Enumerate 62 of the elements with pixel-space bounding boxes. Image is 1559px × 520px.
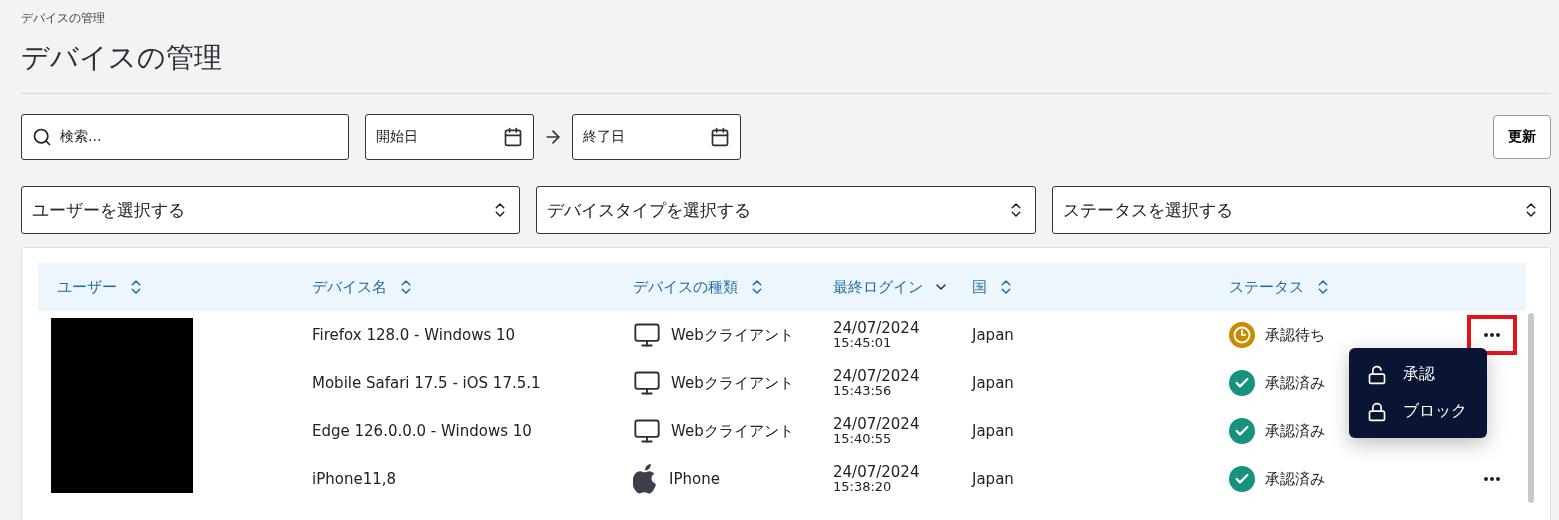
select-placeholder: ステータスを選択する xyxy=(1062,198,1233,222)
refresh-button[interactable]: 更新 xyxy=(1493,115,1551,159)
table-cell: Edge 126.0.0.0 - Windows 10 xyxy=(312,422,532,440)
start-date-placeholder: 開始日 xyxy=(376,128,418,146)
status-label: 承認済み xyxy=(1265,469,1325,489)
pending-icon xyxy=(1229,322,1255,348)
status-label: 承認済み xyxy=(1265,373,1325,393)
more-icon xyxy=(1484,333,1500,337)
end-date-field[interactable]: 終了日 xyxy=(572,114,741,160)
search-icon xyxy=(32,127,52,147)
table-cell: Webクライアント xyxy=(671,373,794,393)
login-date: 24/07/2024 xyxy=(833,369,920,384)
start-date-field[interactable]: 開始日 xyxy=(365,114,534,160)
calendar-icon[interactable] xyxy=(503,127,523,147)
table-cell: Webクライアント xyxy=(671,421,794,441)
menu-item[interactable]: 承認 xyxy=(1403,364,1435,385)
lock-icon xyxy=(1367,401,1387,422)
unlock-icon xyxy=(1367,364,1387,385)
status-label: 承認待ち xyxy=(1265,325,1325,345)
table-cell: Japan xyxy=(972,422,1014,440)
filter-select[interactable]: ユーザーを選択する xyxy=(21,186,521,234)
table-cell: iPhone11,8 xyxy=(312,470,397,488)
status-label: 承認済み xyxy=(1265,421,1325,441)
column-header[interactable]: 国 xyxy=(972,277,987,297)
monitor-icon xyxy=(633,321,661,349)
monitor-icon xyxy=(633,369,661,397)
menu-item[interactable]: ブロック xyxy=(1403,401,1467,422)
breadcrumb[interactable]: デバイスの管理 xyxy=(21,10,1551,27)
table-cell: Japan xyxy=(972,470,1014,488)
filter-select[interactable]: ステータスを選択する xyxy=(1051,186,1551,234)
column-header[interactable]: ステータス xyxy=(1229,277,1304,297)
scrollbar[interactable] xyxy=(1528,313,1534,503)
filter-select[interactable]: デバイスタイプを選択する xyxy=(536,186,1036,234)
login-date: 24/07/2024 xyxy=(833,417,920,432)
end-date-placeholder: 終了日 xyxy=(583,128,625,146)
table-cell: Mobile Safari 17.5 - iOS 17.5.1 xyxy=(312,374,541,392)
table-cell: Firefox 128.0 - Windows 10 xyxy=(312,326,516,344)
table-cell: Japan xyxy=(972,326,1014,344)
check-icon xyxy=(1229,466,1255,492)
table-cell: IPhone xyxy=(669,470,720,488)
column-header[interactable]: デバイス名 xyxy=(312,277,387,297)
search-placeholder: 検索... xyxy=(60,128,102,146)
monitor-icon xyxy=(633,417,661,445)
login-time: 15:43:56 xyxy=(833,384,893,397)
check-icon xyxy=(1229,370,1255,396)
select-placeholder: デバイスタイプを選択する xyxy=(547,198,752,222)
column-header[interactable]: ユーザー xyxy=(57,277,117,297)
login-date: 24/07/2024 xyxy=(833,465,920,480)
apple-icon xyxy=(633,464,659,494)
login-time: 15:45:01 xyxy=(833,336,893,349)
more-icon xyxy=(1484,477,1500,481)
login-time: 15:38:20 xyxy=(833,480,893,493)
page-title: デバイスの管理 xyxy=(21,40,223,76)
search-field[interactable]: 検索... xyxy=(21,114,349,160)
table-cell: Webクライアント xyxy=(671,325,794,345)
check-icon xyxy=(1229,418,1255,444)
login-time: 15:40:55 xyxy=(833,432,893,445)
more-button[interactable] xyxy=(1467,315,1517,355)
select-placeholder: ユーザーを選択する xyxy=(32,198,185,222)
calendar-icon[interactable] xyxy=(710,127,730,147)
table-cell: Japan xyxy=(972,374,1014,392)
login-date: 24/07/2024 xyxy=(833,321,920,336)
